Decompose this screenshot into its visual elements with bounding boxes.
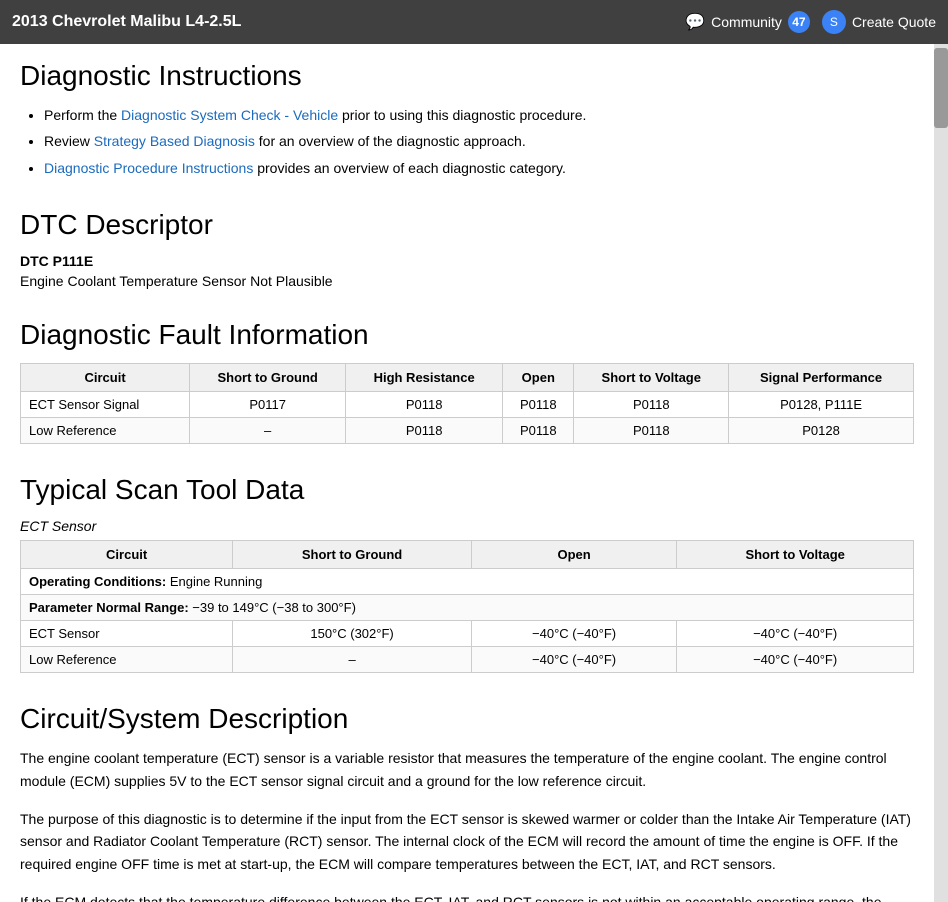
param-range-row: Parameter Normal Range: −39 to 149°C (−3… xyxy=(21,595,914,621)
strategy-based-diagnosis-link[interactable]: Strategy Based Diagnosis xyxy=(94,133,255,149)
cell-short-to-voltage: P0118 xyxy=(574,418,729,444)
cell-signal-performance: P0128, P111E xyxy=(729,392,914,418)
community-count-badge: 47 xyxy=(788,11,810,33)
diagnostic-procedure-instructions-link[interactable]: Diagnostic Procedure Instructions xyxy=(44,160,253,176)
table-row: ECT Sensor 150°C (302°F) −40°C (−40°F) −… xyxy=(21,621,914,647)
circuit-description-heading: Circuit/System Description xyxy=(20,703,914,735)
cell-open: −40°C (−40°F) xyxy=(471,621,676,647)
diagnostic-instructions-heading: Diagnostic Instructions xyxy=(20,60,914,92)
community-button[interactable]: 💬 Community 47 xyxy=(685,11,810,33)
col-short-to-ground: Short to Ground xyxy=(233,541,472,569)
cell-circuit: Low Reference xyxy=(21,418,190,444)
col-high-resistance: High Resistance xyxy=(346,364,503,392)
top-bar-actions: 💬 Community 47 S Create Quote xyxy=(685,10,936,34)
list-item: Perform the Diagnostic System Check - Ve… xyxy=(44,104,914,126)
scrollbar-track[interactable] xyxy=(934,44,948,902)
table-row: Low Reference – P0118 P0118 P0118 P0128 xyxy=(21,418,914,444)
col-signal-performance: Signal Performance xyxy=(729,364,914,392)
diagnostic-fault-table: Circuit Short to Ground High Resistance … xyxy=(20,363,914,444)
table-header-row: Circuit Short to Ground Open Short to Vo… xyxy=(21,541,914,569)
dtc-descriptor-heading: DTC Descriptor xyxy=(20,209,914,241)
cell-short-to-ground: – xyxy=(190,418,346,444)
col-open: Open xyxy=(471,541,676,569)
param-range-cell: Parameter Normal Range: −39 to 149°C (−3… xyxy=(21,595,914,621)
table-row: Low Reference – −40°C (−40°F) −40°C (−40… xyxy=(21,647,914,673)
circuit-description-para-1: The engine coolant temperature (ECT) sen… xyxy=(20,747,914,792)
diagnostic-instructions-section: Diagnostic Instructions Perform the Diag… xyxy=(20,60,914,179)
cell-open: P0118 xyxy=(503,392,574,418)
diagnostic-system-check-link[interactable]: Diagnostic System Check - Vehicle xyxy=(121,107,338,123)
cell-circuit: Low Reference xyxy=(21,647,233,673)
dtc-descriptor-section: DTC Descriptor DTC P111E Engine Coolant … xyxy=(20,209,914,289)
circuit-description-section: Circuit/System Description The engine co… xyxy=(20,703,914,902)
cell-high-resistance: P0118 xyxy=(346,418,503,444)
col-circuit: Circuit xyxy=(21,541,233,569)
page-wrapper: Diagnostic Instructions Perform the Diag… xyxy=(0,44,948,902)
cell-short-to-ground: 150°C (302°F) xyxy=(233,621,472,647)
scan-tool-table: Circuit Short to Ground Open Short to Vo… xyxy=(20,540,914,673)
create-quote-label: Create Quote xyxy=(852,14,936,30)
typical-scan-tool-heading: Typical Scan Tool Data xyxy=(20,474,914,506)
list-item: Diagnostic Procedure Instructions provid… xyxy=(44,157,914,179)
cell-circuit: ECT Sensor xyxy=(21,621,233,647)
diagnostic-fault-section: Diagnostic Fault Information Circuit Sho… xyxy=(20,319,914,444)
cell-circuit: ECT Sensor Signal xyxy=(21,392,190,418)
cell-short-to-voltage: P0118 xyxy=(574,392,729,418)
cell-short-to-ground: P0117 xyxy=(190,392,346,418)
typical-scan-tool-section: Typical Scan Tool Data ECT Sensor Circui… xyxy=(20,474,914,673)
top-bar: 2013 Chevrolet Malibu L4-2.5L 💬 Communit… xyxy=(0,0,948,44)
chat-icon: 💬 xyxy=(685,12,705,32)
ect-sensor-label: ECT Sensor xyxy=(20,518,914,534)
col-open: Open xyxy=(503,364,574,392)
cell-short-to-voltage: −40°C (−40°F) xyxy=(677,647,914,673)
circuit-description-para-3: If the ECM detects that the temperature … xyxy=(20,891,914,902)
dtc-description: Engine Coolant Temperature Sensor Not Pl… xyxy=(20,273,914,289)
diagnostic-fault-heading: Diagnostic Fault Information xyxy=(20,319,914,351)
create-quote-button[interactable]: S Create Quote xyxy=(822,10,936,34)
cell-high-resistance: P0118 xyxy=(346,392,503,418)
operating-conditions-row: Operating Conditions: Engine Running xyxy=(21,569,914,595)
content-area: Diagnostic Instructions Perform the Diag… xyxy=(0,44,934,902)
col-circuit: Circuit xyxy=(21,364,190,392)
operating-conditions-cell: Operating Conditions: Engine Running xyxy=(21,569,914,595)
cell-short-to-ground: – xyxy=(233,647,472,673)
list-item: Review Strategy Based Diagnosis for an o… xyxy=(44,130,914,152)
cell-open: P0118 xyxy=(503,418,574,444)
col-short-to-ground: Short to Ground xyxy=(190,364,346,392)
table-row: ECT Sensor Signal P0117 P0118 P0118 P011… xyxy=(21,392,914,418)
circuit-description-para-2: The purpose of this diagnostic is to det… xyxy=(20,808,914,875)
community-label: Community xyxy=(711,14,782,30)
col-short-to-voltage: Short to Voltage xyxy=(574,364,729,392)
vehicle-title: 2013 Chevrolet Malibu L4-2.5L xyxy=(12,13,241,31)
table-header-row: Circuit Short to Ground High Resistance … xyxy=(21,364,914,392)
diagnostic-instructions-list: Perform the Diagnostic System Check - Ve… xyxy=(20,104,914,179)
cell-signal-performance: P0128 xyxy=(729,418,914,444)
scrollbar-thumb[interactable] xyxy=(934,48,948,128)
cell-short-to-voltage: −40°C (−40°F) xyxy=(677,621,914,647)
dtc-code: DTC P111E xyxy=(20,253,914,269)
col-short-to-voltage: Short to Voltage xyxy=(677,541,914,569)
quote-icon: S xyxy=(822,10,846,34)
cell-open: −40°C (−40°F) xyxy=(471,647,676,673)
